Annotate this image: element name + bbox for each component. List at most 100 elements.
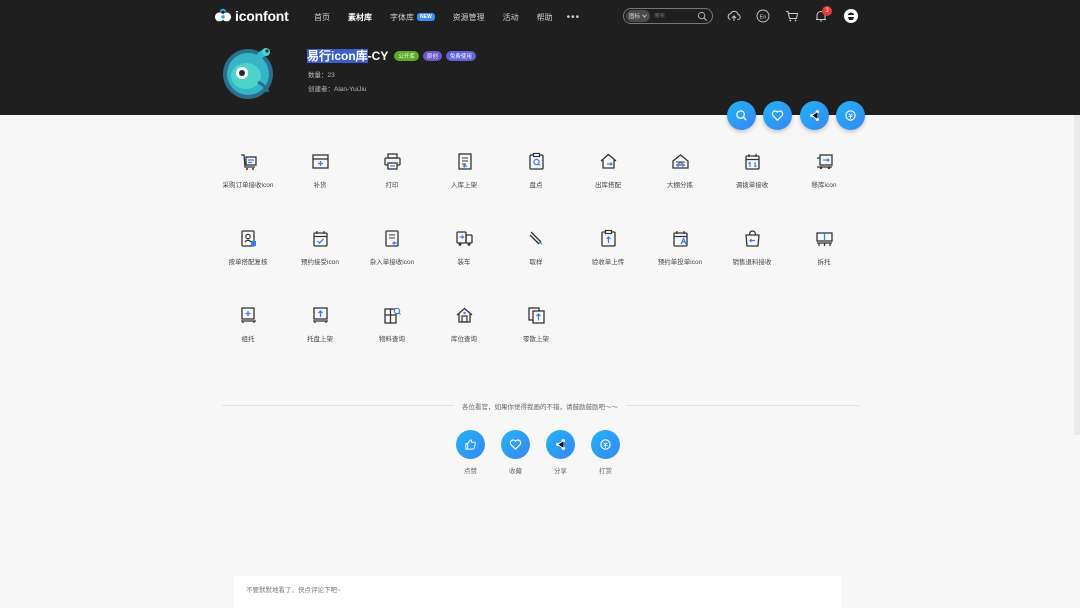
header-favorite-button[interactable]	[763, 101, 792, 130]
icon-card[interactable]: 调拨单接收	[716, 152, 788, 189]
iconfont-logo-icon	[214, 8, 232, 22]
greenhouse-icon	[671, 154, 689, 169]
icon-card-label: 入库上架	[451, 182, 477, 189]
iconfont-logo[interactable]: iconfont	[214, 7, 289, 25]
nav-resources-label: 资源管理	[452, 12, 485, 22]
icon-card[interactable]: 托盘上架	[284, 306, 356, 343]
pallet-plus-icon	[240, 307, 256, 323]
header-search-button[interactable]	[727, 101, 756, 130]
home-arrow-out-icon	[600, 153, 616, 169]
user-avatar-icon	[848, 12, 854, 20]
doc-arrow-left-icon	[384, 230, 399, 247]
page-scrollbar[interactable]	[1074, 115, 1080, 435]
pallet-split-icon	[815, 232, 833, 246]
heart-icon	[771, 110, 784, 121]
nav-events-label: 活动	[502, 12, 519, 22]
icon-card[interactable]: 入库上架	[428, 152, 500, 189]
upload-cloud-icon[interactable]	[727, 9, 741, 23]
icon-card-label: 移库icon	[811, 182, 837, 189]
library-count: 数量：23	[308, 69, 335, 79]
brand-name: iconfont	[235, 8, 289, 24]
notification-badge: 3	[822, 6, 832, 16]
icon-card[interactable]: 大棚分拣	[644, 152, 716, 189]
icon-card-label: 采购订单接收icon	[222, 182, 274, 189]
cart-list-icon	[240, 154, 257, 170]
nav-events[interactable]: 活动	[503, 12, 519, 23]
icon-card-label: 托盘上架	[307, 336, 333, 343]
icon-card[interactable]: 取样	[500, 229, 572, 266]
cart-icon[interactable]	[785, 9, 799, 23]
share-label: 分享	[554, 468, 567, 475]
icon-card[interactable]: 补货	[284, 152, 356, 189]
like-circle	[456, 430, 485, 459]
clipboard-upload-icon	[600, 229, 616, 247]
icon-card[interactable]: 组托	[212, 306, 284, 343]
nav-assets[interactable]: 素材库	[348, 12, 372, 23]
icon-card[interactable]: 出库搭配	[572, 152, 644, 189]
reward-button[interactable]: 打赏	[591, 430, 620, 475]
nav-resources[interactable]: 资源管理	[453, 12, 485, 23]
icon-card-label: 补货	[313, 182, 327, 189]
tag-original: 原创	[422, 50, 442, 61]
doc-arrow-in-icon	[457, 153, 472, 170]
doc-user-icon	[240, 230, 256, 247]
icon-card[interactable]: 杂入单接收icon	[356, 229, 428, 266]
icon-card[interactable]: 库位查询	[428, 306, 500, 343]
creator-name[interactable]: Alan-YuiJiu	[334, 86, 367, 93]
icon-card[interactable]: 验收单上传	[572, 229, 644, 266]
like-button[interactable]: 点赞	[456, 430, 485, 475]
library-title-main: 易行icon库	[307, 49, 368, 63]
collect-button[interactable]: 收藏	[501, 430, 530, 475]
nav-fonts[interactable]: 字体库 NEW	[390, 12, 435, 23]
share-icon	[810, 110, 819, 121]
reward-label: 打赏	[599, 468, 612, 475]
collect-label: 收藏	[509, 468, 522, 475]
icon-card[interactable]: 装车	[428, 229, 500, 266]
creator-label: 创建者：	[308, 86, 334, 93]
nav-home[interactable]: 首页	[314, 12, 330, 23]
icon-card[interactable]: 预约单投单icon	[644, 229, 716, 266]
language-icon[interactable]: En	[756, 9, 770, 23]
location-search-icon	[456, 307, 472, 323]
material-search-icon	[383, 307, 401, 324]
icon-card-label: 调拨单接收	[735, 182, 769, 189]
bag-return-icon	[744, 230, 760, 247]
icon-card[interactable]: 销售退料接收	[716, 229, 788, 266]
search-category-select[interactable]: 图标	[626, 10, 651, 22]
share-button[interactable]: 分享	[546, 430, 575, 475]
chevron-down-icon	[642, 14, 647, 18]
icon-card[interactable]: 按单搭配复核	[212, 229, 284, 266]
search-input[interactable]	[654, 13, 699, 19]
more-menu-button[interactable]: •••	[567, 12, 581, 23]
nav-help[interactable]: 帮助	[537, 12, 553, 23]
search-bar: 图标	[623, 8, 713, 24]
calendar-transfer-icon	[744, 154, 760, 170]
icon-card-label: 预约单投单icon	[657, 259, 703, 266]
library-title-suffix: -CY	[367, 49, 389, 63]
search-icon	[736, 110, 747, 121]
icon-card[interactable]: 预约接受icon	[284, 229, 356, 266]
icon-card[interactable]: 打印	[356, 152, 428, 189]
search-icon[interactable]	[697, 11, 708, 22]
tag-public: 公开库	[394, 50, 419, 61]
count-label: 数量：	[308, 72, 328, 79]
header-share-button[interactable]	[800, 101, 829, 130]
search-category-label: 图标	[629, 14, 641, 20]
icon-card[interactable]: 拆托	[788, 229, 860, 266]
icon-card[interactable]: 盘点	[500, 152, 572, 189]
truck-load-icon	[455, 231, 473, 246]
like-label: 点赞	[464, 468, 477, 475]
icon-card[interactable]: 物料查询	[356, 306, 428, 343]
icon-card-label: 按单搭配复核	[228, 259, 268, 266]
reward-icon	[845, 110, 856, 121]
icon-card[interactable]: 采购订单接收icon	[212, 152, 284, 189]
header-reward-button[interactable]	[836, 101, 865, 130]
user-avatar[interactable]	[844, 9, 858, 23]
icon-card[interactable]: 零散上架	[500, 306, 572, 343]
comment-input[interactable]: 不要默默地看了，快点评论下吧~	[234, 576, 841, 608]
reward-icon	[600, 439, 611, 450]
printer-icon	[383, 153, 401, 170]
icon-card[interactable]: 移库icon	[788, 152, 860, 189]
icon-card-label: 预约接受icon	[301, 259, 339, 266]
icon-card-label: 销售退料接收	[732, 259, 772, 266]
